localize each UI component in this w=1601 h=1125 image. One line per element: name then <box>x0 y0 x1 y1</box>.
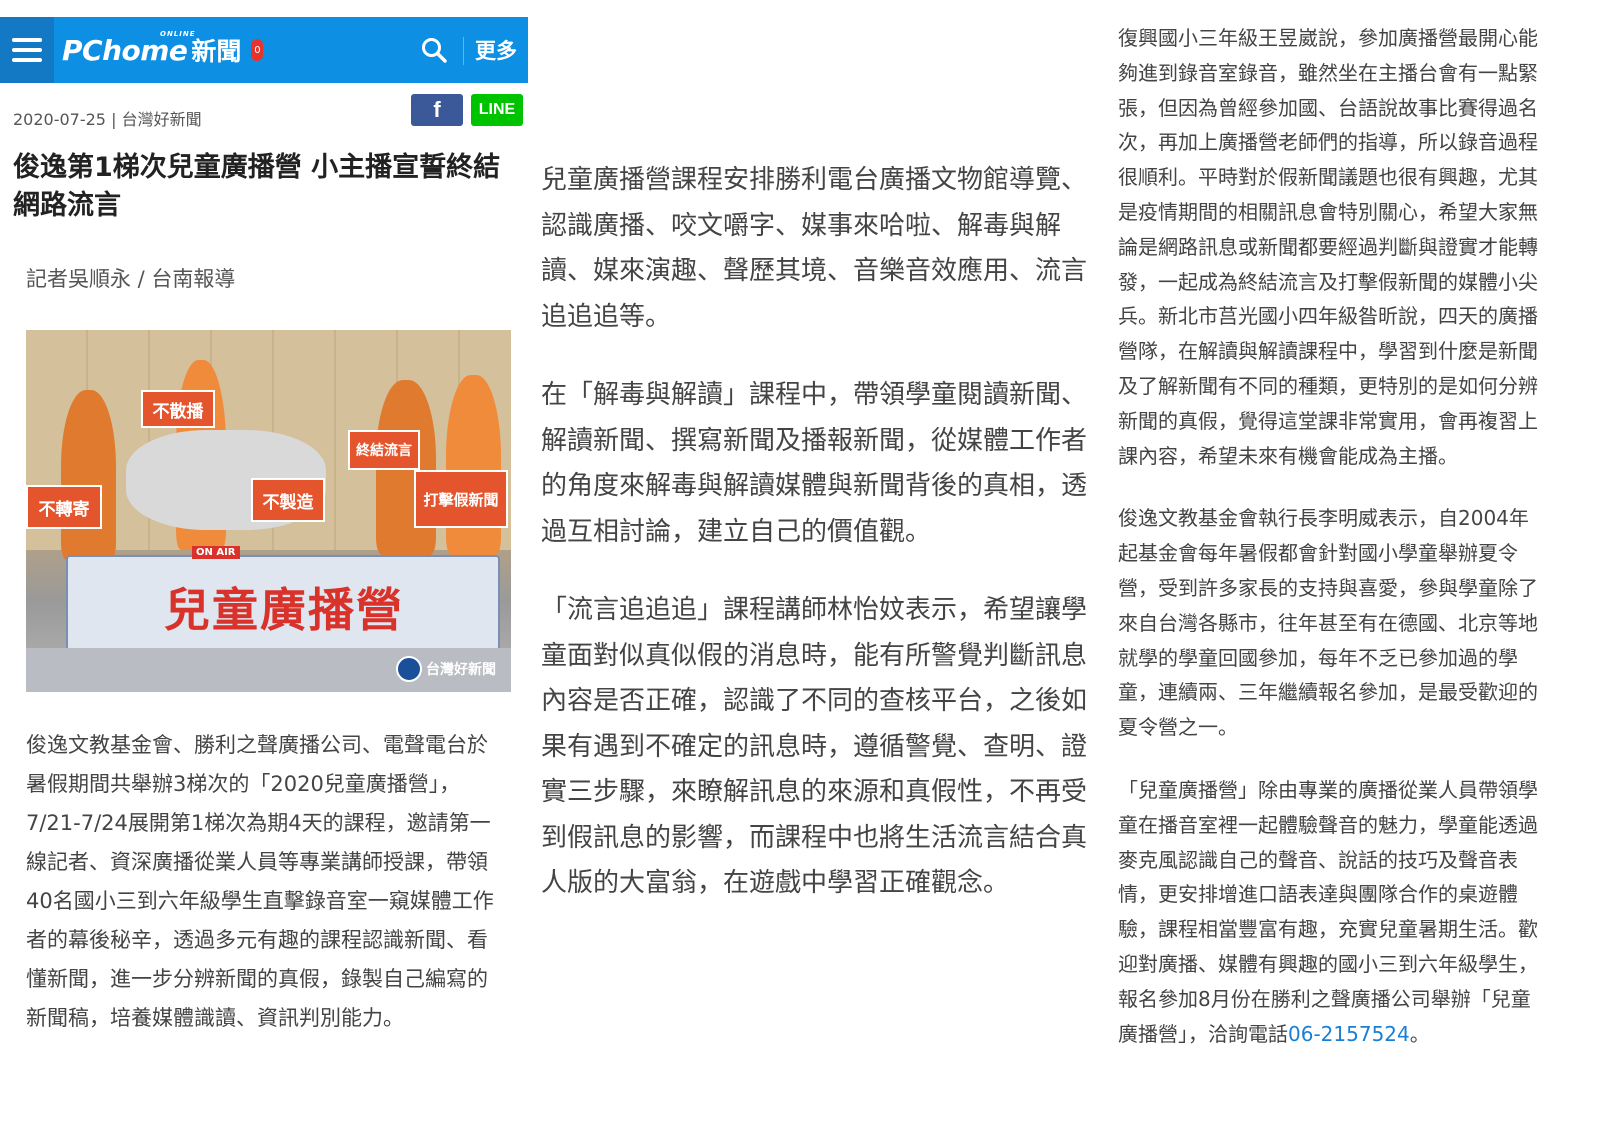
left-column: PChome ONLINE 新聞 0 更多 2020-07-25 | 台灣好新聞… <box>0 17 528 1038</box>
photo-person <box>61 390 116 560</box>
hamburger-menu-icon[interactable] <box>0 17 54 83</box>
nav-divider <box>463 37 464 65</box>
article-paragraph: 在「解毒與解讀」課程中，帶領學童閱讀新聞、解讀新聞、撰寫新聞及播報新聞，從媒體工… <box>541 380 1088 547</box>
article-paragraph: 兒童廣播營課程安排勝利電台廣播文物館導覽、認識廣播、咬文嚼字、媒事來哈啦、解毒與… <box>541 165 1088 332</box>
more-button[interactable]: 更多 <box>475 35 517 65</box>
article-meta-row: 2020-07-25 | 台灣好新聞 f LINE <box>0 83 528 145</box>
meta-separator: | <box>111 110 122 129</box>
line-share-button[interactable]: LINE <box>471 94 523 126</box>
article-paragraph: 俊逸文教基金會執行長李明威表示，自2004年起基金會每年暑假都會針對國小學童舉辦… <box>1118 506 1538 740</box>
article-paragraph: 「流言追追追」課程講師林怡妏表示，希望讓學童面對似真似假的消息時，能有所警覺判斷… <box>541 595 1088 898</box>
watermark-text: 台灣好新聞 <box>426 662 496 678</box>
facebook-share-button[interactable]: f <box>411 94 463 126</box>
final-paragraph-text: 「兒童廣播營」除由專業的廣播從業人員帶領學童在播音室裡一起體驗聲音的魅力，學童能… <box>1118 777 1538 1046</box>
top-navigation-bar: PChome ONLINE 新聞 0 更多 <box>0 17 528 83</box>
watermark-logo-icon <box>396 656 422 682</box>
article-meta: 2020-07-25 | 台灣好新聞 <box>13 106 202 130</box>
article-title: 俊逸第1梯次兒童廣播營 小主播宣誓終結網路流言 <box>13 152 501 221</box>
publish-date: 2020-07-25 <box>13 110 106 129</box>
site-logo[interactable]: PChome ONLINE 新聞 <box>62 30 242 68</box>
phone-link[interactable]: 06-2157524 <box>1288 1022 1410 1046</box>
article-paragraph-final: 「兒童廣播營」除由專業的廣播從業人員帶領學童在播音室裡一起體驗聲音的魅力，學童能… <box>1118 773 1543 1051</box>
final-paragraph-end: 。 <box>1409 1021 1430 1046</box>
article-byline: 記者吳順永 / 台南報導 <box>26 267 236 291</box>
photo-sign: 不製造 <box>251 478 325 522</box>
notification-badge[interactable]: 0 <box>251 39 264 61</box>
photo-banner-text: 兒童廣播營 <box>164 583 404 637</box>
brand-name: PChome <box>62 33 188 67</box>
news-source: 台灣好新聞 <box>121 110 202 129</box>
middle-column: 兒童廣播營課程安排勝利電台廣播文物館導覽、認識廣播、咬文嚼字、媒事來哈啦、解毒與… <box>541 158 1089 940</box>
photo-sign: 不轉寄 <box>26 485 102 529</box>
photo-person <box>446 375 501 555</box>
photo-sign: 不散播 <box>141 390 215 428</box>
photo-sign: 終結流言 <box>348 430 420 470</box>
right-column: 復興國小三年級王昱崴說，參加廣播營最開心能夠進到錄音室錄音，雖然坐在主播台會有一… <box>1118 21 1543 1079</box>
photo-on-air-label: ON AIR <box>192 546 240 559</box>
line-icon: LINE <box>478 101 516 118</box>
photo-sign: 打擊假新聞 <box>414 470 508 528</box>
brand-news-label: 新聞 <box>191 37 242 66</box>
photo-watermark: 台灣好新聞 <box>396 656 496 682</box>
facebook-icon: f <box>433 97 441 122</box>
search-icon[interactable] <box>421 37 447 63</box>
article-paragraph: 俊逸文教基金會、勝利之聲廣播公司、電聲電台於暑假期間共舉辦3梯次的「2020兒童… <box>26 733 494 1030</box>
article-photo[interactable]: 不散播 終結流言 不轉寄 不製造 打擊假新聞 ON AIR 兒童廣播營 台灣好新… <box>26 330 511 692</box>
brand-online-label: ONLINE <box>160 30 196 38</box>
article-paragraph: 復興國小三年級王昱崴說，參加廣播營最開心能夠進到錄音室錄音，雖然坐在主播台會有一… <box>1118 26 1538 468</box>
